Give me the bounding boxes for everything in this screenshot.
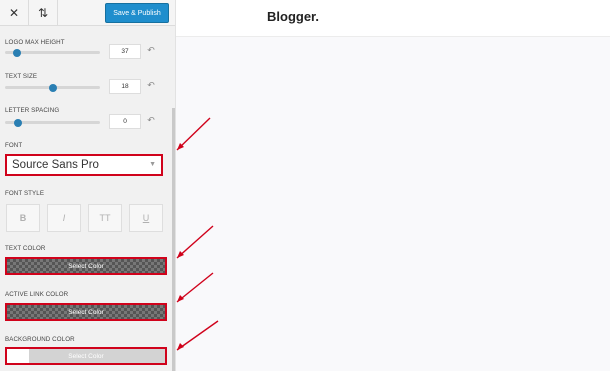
- background-color-button[interactable]: Select Color: [5, 347, 167, 365]
- uppercase-button[interactable]: TT: [88, 204, 122, 232]
- logo-max-height-slider[interactable]: [5, 48, 100, 57]
- close-icon[interactable]: ✕: [0, 0, 29, 25]
- active-link-color-button[interactable]: Select Color: [5, 303, 167, 321]
- font-style-label: FONT STYLE: [5, 190, 45, 197]
- reset-icon[interactable]: ↶: [146, 80, 156, 90]
- sort-arrows-icon[interactable]: ⇅: [29, 0, 58, 25]
- text-size-slider[interactable]: [5, 83, 100, 92]
- brand-dot: .: [315, 9, 320, 24]
- text-color-label: TEXT COLOR: [5, 245, 46, 252]
- preview-body: [176, 37, 610, 371]
- reset-icon[interactable]: ↶: [146, 115, 156, 125]
- color-swatch: [7, 349, 29, 363]
- font-select[interactable]: Source Sans Pro ▼: [5, 154, 163, 176]
- letter-spacing-slider[interactable]: [5, 118, 100, 127]
- logo-max-height-input[interactable]: 37: [109, 44, 141, 59]
- brand-name: Blogger: [267, 9, 316, 24]
- bold-button[interactable]: B: [6, 204, 40, 232]
- slider-thumb[interactable]: [49, 83, 57, 92]
- underline-button[interactable]: U: [129, 204, 163, 232]
- letter-spacing-input[interactable]: 0: [109, 114, 141, 129]
- panel-scrollbar[interactable]: [172, 108, 175, 371]
- active-link-color-label: ACTIVE LINK COLOR: [5, 291, 69, 298]
- site-logo-text[interactable]: Blogger.: [267, 9, 319, 24]
- logo-max-height-label: LOGO MAX HEIGHT: [5, 39, 65, 46]
- background-color-label: BACKGROUND COLOR: [5, 336, 75, 343]
- text-size-input[interactable]: 18: [109, 79, 141, 94]
- slider-thumb[interactable]: [14, 118, 22, 127]
- font-select-value: Source Sans Pro: [12, 159, 99, 171]
- text-color-button[interactable]: Select Color: [5, 257, 167, 275]
- customizer-panel: ✕ ⇅ Save & Publish LOGO MAX HEIGHT 37 ↶ …: [0, 0, 176, 371]
- letter-spacing-label: LETTER SPACING: [5, 107, 60, 114]
- save-publish-button[interactable]: Save & Publish: [105, 3, 169, 23]
- background-color-button-label: Select Color: [68, 352, 104, 360]
- text-size-label: TEXT SIZE: [5, 73, 38, 80]
- chevron-down-icon: ▼: [149, 161, 156, 168]
- font-label: FONT: [5, 142, 23, 149]
- slider-thumb[interactable]: [13, 48, 21, 57]
- customizer-toolbar: ✕ ⇅ Save & Publish: [0, 0, 175, 26]
- reset-icon[interactable]: ↶: [146, 45, 156, 55]
- italic-button[interactable]: I: [47, 204, 81, 232]
- preview-header: [176, 0, 610, 37]
